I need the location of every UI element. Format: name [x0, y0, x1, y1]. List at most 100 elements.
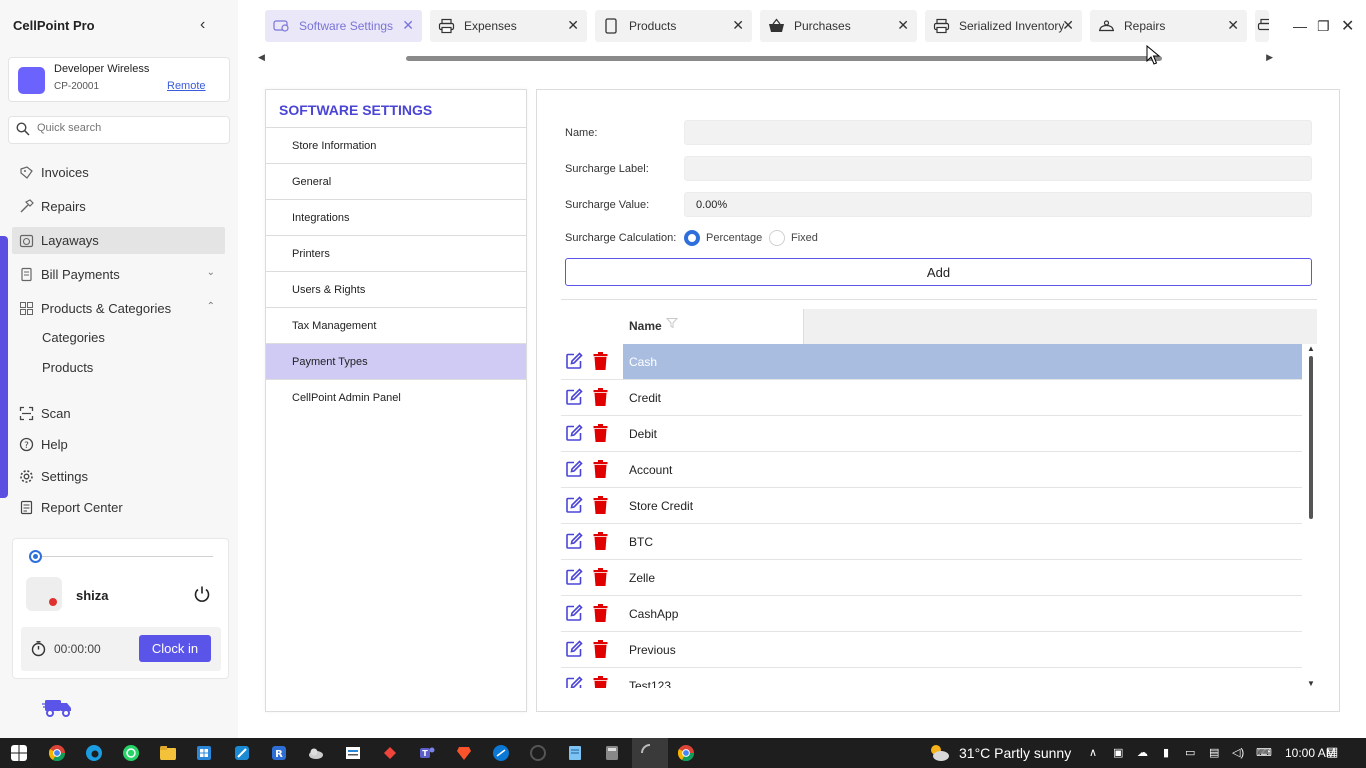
menu-item-integrations[interactable]: Integrations — [266, 199, 526, 235]
scrollbar-thumb[interactable] — [406, 56, 1162, 61]
chrome-icon[interactable] — [678, 745, 694, 761]
menu-item-admin-panel[interactable]: CellPoint Admin Panel — [266, 379, 526, 415]
row-name-cell[interactable]: Cash — [623, 344, 1302, 379]
status-slider-knob[interactable] — [29, 550, 42, 563]
battery-icon[interactable]: ▭ — [1185, 746, 1195, 759]
surcharge-label-field[interactable] — [684, 156, 1312, 181]
column-separator[interactable] — [803, 309, 804, 344]
scrollbar-thumb[interactable] — [1309, 356, 1313, 519]
fixed-radio[interactable] — [769, 230, 785, 246]
edge-dev-icon[interactable] — [530, 745, 546, 761]
edit-icon[interactable] — [565, 496, 583, 514]
windows-start-icon[interactable] — [11, 745, 27, 761]
edit-icon[interactable] — [565, 424, 583, 442]
table-row[interactable]: Debit — [561, 416, 1302, 452]
menu-item-store-information[interactable]: Store Information — [266, 127, 526, 163]
whatsapp-icon[interactable] — [123, 745, 139, 761]
taskbar-active-app[interactable] — [632, 738, 668, 768]
table-row[interactable]: Credit — [561, 380, 1302, 416]
calculator-icon[interactable] — [604, 745, 620, 761]
row-name-cell[interactable]: BTC — [623, 524, 1302, 559]
collapse-sidebar-icon[interactable]: ‹ — [200, 16, 205, 34]
table-row[interactable]: Zelle — [561, 560, 1302, 596]
sidebar-subitem-categories[interactable]: Categories — [42, 330, 105, 345]
table-row[interactable]: CashApp — [561, 596, 1302, 632]
percentage-radio[interactable] — [684, 230, 700, 246]
table-row[interactable]: Account — [561, 452, 1302, 488]
trash-icon[interactable] — [593, 532, 608, 550]
table-row[interactable]: Previous — [561, 632, 1302, 668]
row-name-cell[interactable]: Previous — [623, 632, 1302, 667]
scroll-left-arrow[interactable]: ◀ — [258, 52, 265, 63]
row-name-cell[interactable]: Zelle — [623, 560, 1302, 595]
surcharge-value-field[interactable]: 0.00% — [684, 192, 1312, 217]
row-name-cell[interactable]: Account — [623, 452, 1302, 487]
grid-scrollbar[interactable]: ▲ ▼ — [1307, 344, 1317, 688]
table-row[interactable]: Store Credit — [561, 488, 1302, 524]
edge-icon[interactable] — [86, 745, 102, 761]
sidebar-item-scan[interactable]: Scan — [12, 400, 225, 427]
weather-icon[interactable] — [928, 743, 950, 763]
scroll-up-arrow[interactable]: ▲ — [1307, 344, 1315, 353]
tab-purchases[interactable]: Purchases ✕ — [760, 10, 917, 42]
edit-icon[interactable] — [565, 568, 583, 586]
tablet-icon[interactable]: ▣ — [1113, 746, 1123, 759]
sidebar-item-bill-payments[interactable]: Bill Payments ⌄ — [12, 261, 225, 288]
anydesk-icon[interactable] — [382, 745, 398, 761]
trash-icon[interactable] — [593, 568, 608, 586]
edit-icon[interactable] — [565, 352, 583, 370]
close-icon[interactable]: ✕ — [1062, 17, 1074, 34]
chrome-icon[interactable] — [49, 745, 65, 761]
teams-icon[interactable]: T — [419, 745, 435, 761]
edit-icon[interactable] — [565, 460, 583, 478]
cloud-app-icon[interactable] — [308, 745, 324, 761]
onedrive-icon[interactable]: ☁ — [1137, 746, 1148, 759]
close-window-icon[interactable]: ✕ — [1341, 16, 1354, 36]
row-name-cell[interactable]: Credit — [623, 380, 1302, 415]
table-row[interactable]: Cash — [561, 344, 1302, 380]
sidebar-item-settings[interactable]: Settings — [12, 463, 225, 490]
close-icon[interactable]: ✕ — [897, 17, 909, 34]
volume-icon[interactable]: ◁) — [1232, 746, 1244, 759]
column-header-name[interactable]: Name — [629, 319, 662, 333]
trash-icon[interactable] — [593, 352, 608, 370]
sidebar-item-report-center[interactable]: Report Center — [12, 494, 225, 521]
edit-icon[interactable] — [565, 676, 583, 688]
edit-icon[interactable] — [565, 640, 583, 658]
snipping-tool-icon[interactable] — [234, 745, 250, 761]
power-icon[interactable] — [193, 585, 211, 603]
menu-item-tax-management[interactable]: Tax Management — [266, 307, 526, 343]
notepad-icon[interactable] — [567, 745, 583, 761]
tab-repairs[interactable]: Repairs ✕ — [1090, 10, 1247, 42]
network-icon[interactable]: ▤ — [1209, 746, 1219, 759]
close-icon[interactable]: ✕ — [402, 17, 414, 34]
row-name-cell[interactable]: Test123 — [623, 668, 1302, 688]
weather-temp[interactable]: 31°C Partly sunny — [959, 745, 1071, 761]
search-input[interactable] — [37, 122, 217, 134]
name-field[interactable] — [684, 120, 1312, 145]
delivery-truck-icon[interactable] — [42, 697, 74, 719]
sidebar-item-repairs[interactable]: Repairs — [12, 193, 225, 220]
filter-icon[interactable] — [666, 317, 678, 329]
microphone-icon[interactable]: ▮ — [1163, 746, 1169, 759]
sidebar-subitem-products[interactable]: Products — [42, 360, 93, 375]
edit-icon[interactable] — [565, 604, 583, 622]
edit-icon[interactable] — [565, 532, 583, 550]
quick-search[interactable] — [8, 116, 230, 144]
brave-icon[interactable] — [456, 745, 472, 761]
sidebar-item-invoices[interactable]: Invoices — [12, 159, 225, 186]
language-icon[interactable]: ⌨ — [1256, 746, 1272, 759]
table-row[interactable]: Test123 — [561, 668, 1302, 688]
trash-icon[interactable] — [593, 496, 608, 514]
tab-products[interactable]: Products ✕ — [595, 10, 752, 42]
trash-icon[interactable] — [593, 604, 608, 622]
remote-desktop-icon[interactable]: R — [271, 745, 287, 761]
menu-item-payment-types[interactable]: Payment Types — [266, 343, 526, 379]
news-app-icon[interactable] — [345, 745, 361, 761]
menu-item-printers[interactable]: Printers — [266, 235, 526, 271]
sidebar-item-products-categories[interactable]: Products & Categories ⌃ — [12, 295, 225, 322]
trash-icon[interactable] — [593, 676, 608, 688]
scroll-right-arrow[interactable]: ▶ — [1266, 52, 1273, 63]
edit-icon[interactable] — [565, 388, 583, 406]
menu-item-users-rights[interactable]: Users & Rights — [266, 271, 526, 307]
